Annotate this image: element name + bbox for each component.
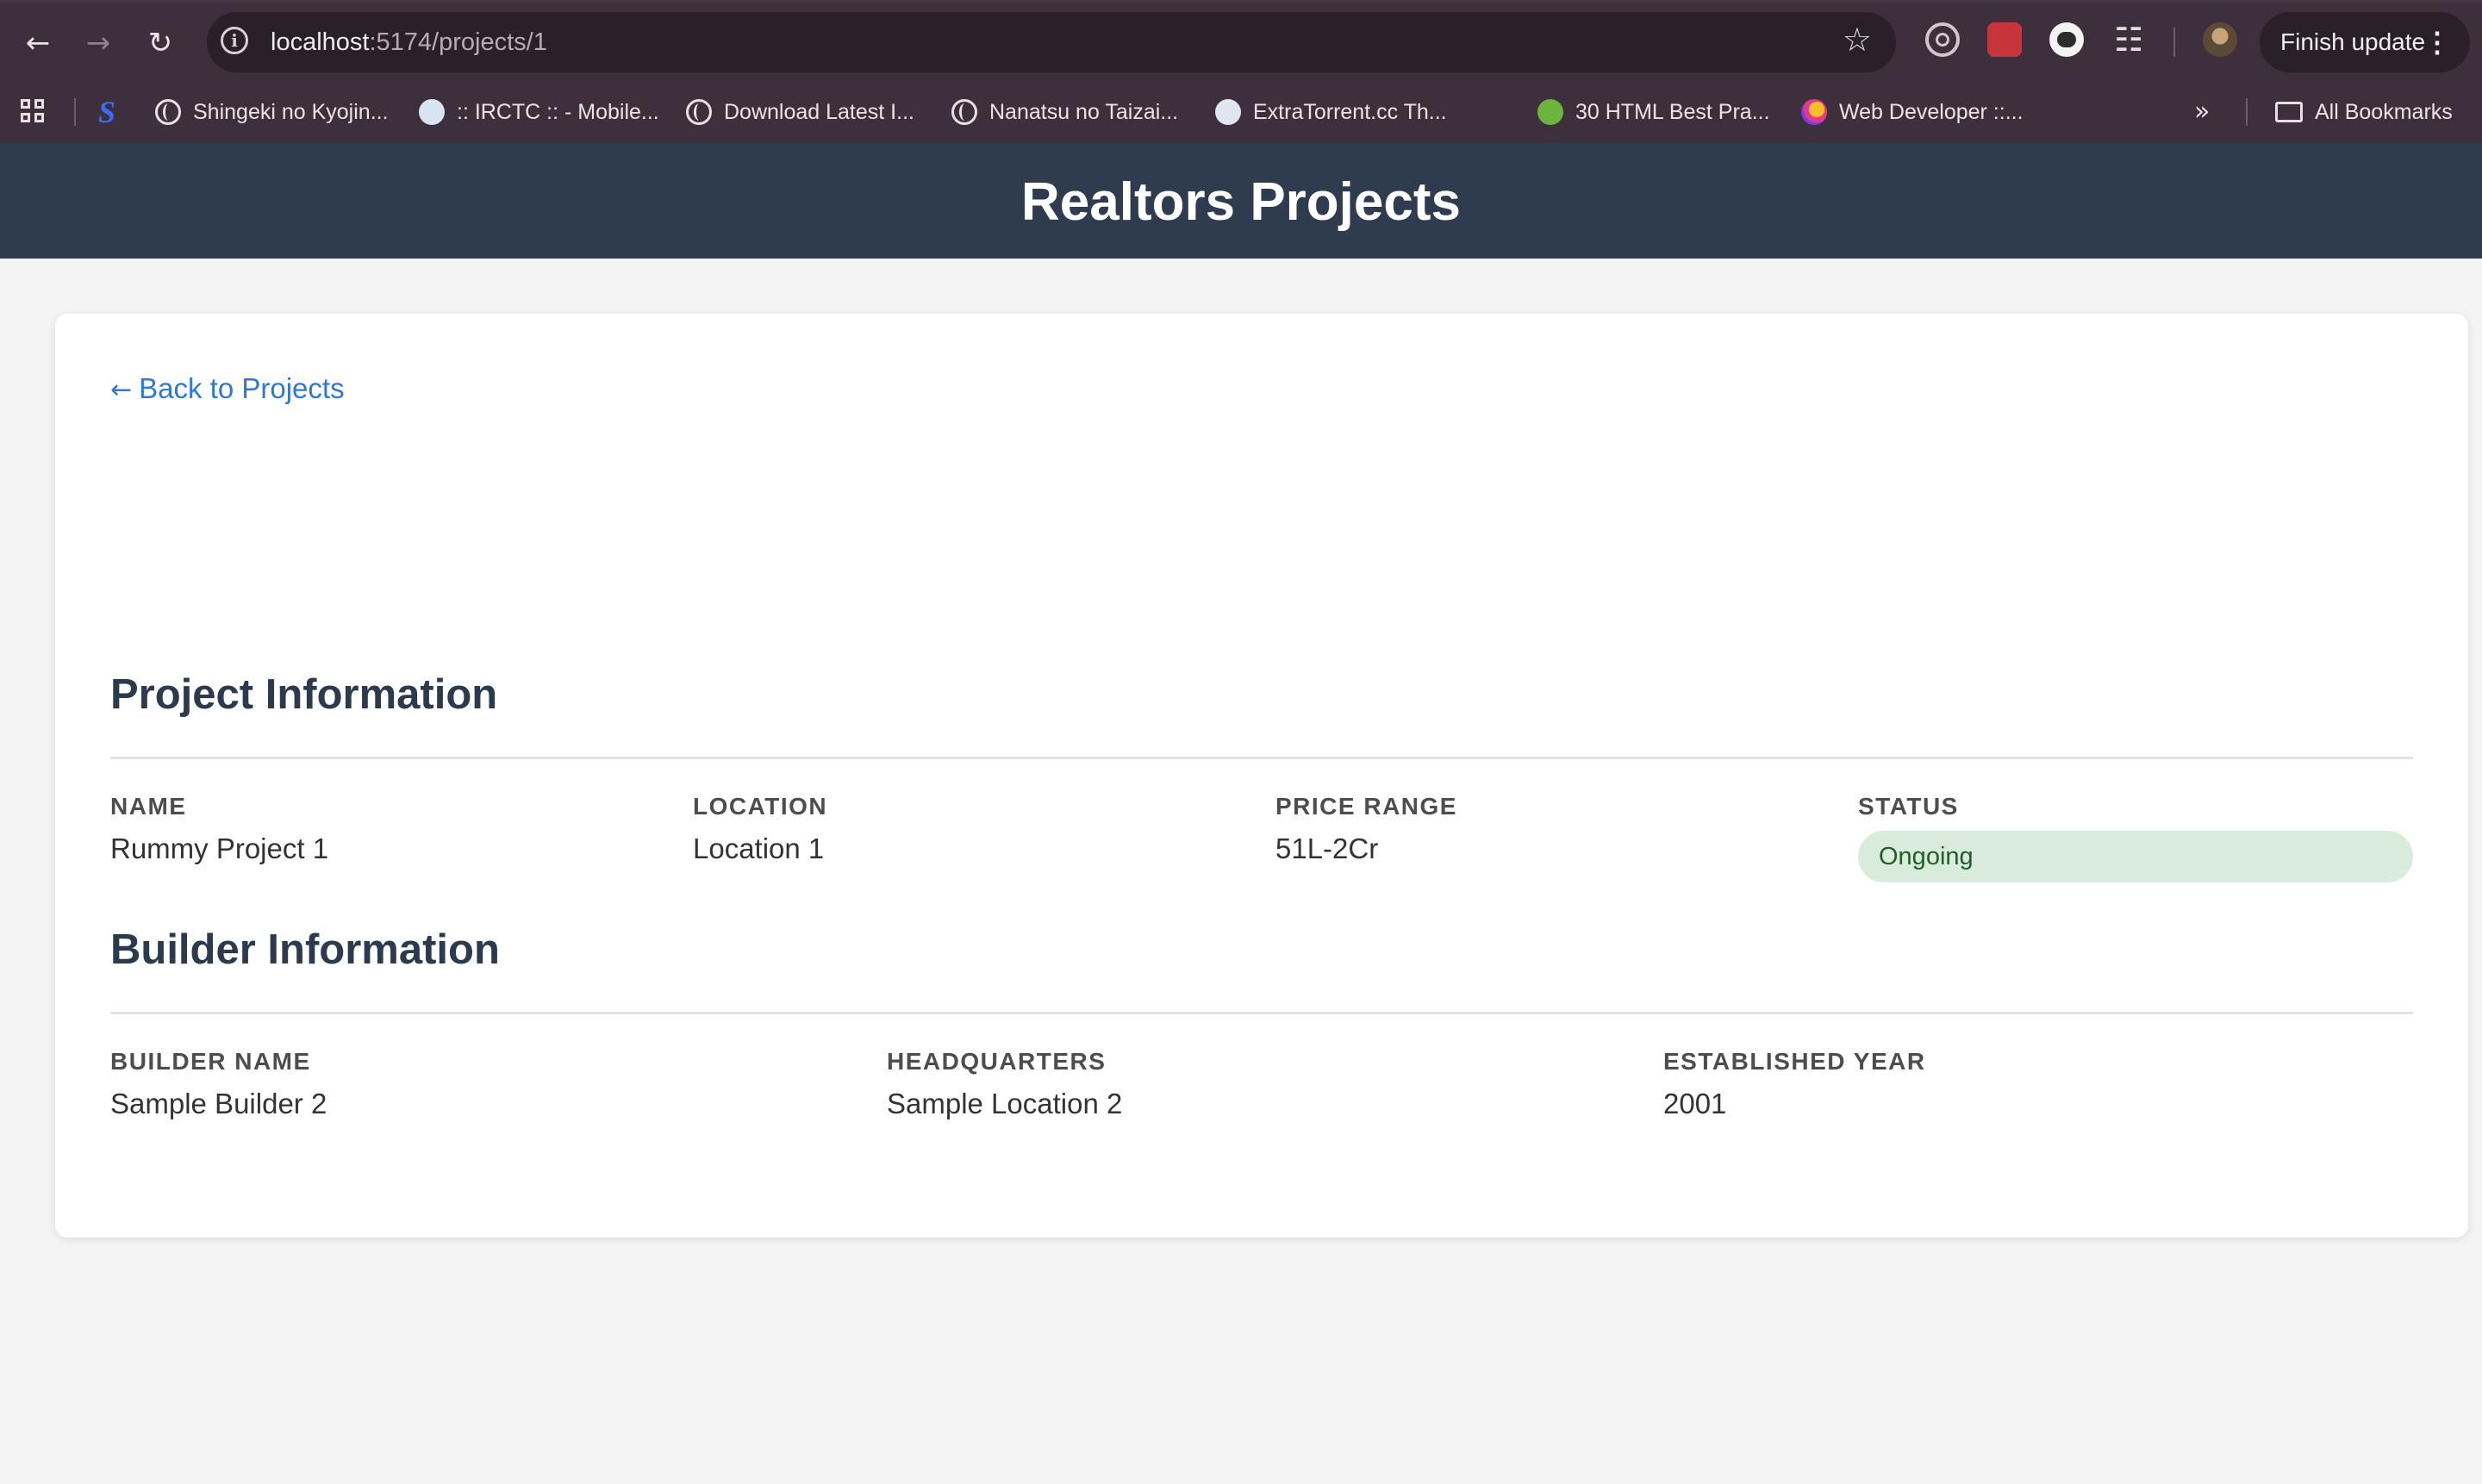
url-text[interactable]: localhost:5174/projects/1 [271, 12, 547, 72]
field-label: PRICE RANGE [1275, 793, 1457, 820]
field-label: NAME [110, 793, 187, 820]
address-bar[interactable]: i localhost:5174/projects/1 ☆ [207, 12, 1896, 72]
status-badge: Ongoing [1858, 831, 2413, 882]
extension-target-icon[interactable] [1925, 22, 1960, 57]
s-logo-icon: S [98, 95, 116, 129]
bookmark-label: ExtraTorrent.cc Th... [1253, 99, 1447, 124]
url-host: localhost [271, 28, 370, 56]
bookmark-item[interactable]: Shingeki no Kyojin... [155, 86, 389, 138]
bookmark-item[interactable]: ExtraTorrent.cc Th... [1215, 86, 1447, 138]
bookmark-s-icon[interactable]: S [98, 86, 115, 138]
leaf-icon [1537, 99, 1563, 125]
bookmark-star-icon[interactable]: ☆ [1843, 21, 1872, 59]
builder-established-year-field: ESTABLISHED YEAR 2001 [1663, 1048, 1926, 1120]
back-arrow-icon[interactable]: ← [14, 19, 62, 67]
builder-headquarters-field: HEADQUARTERS Sample Location 2 [887, 1048, 1122, 1120]
toolbar-divider [2173, 28, 2175, 57]
section-divider [110, 1012, 2413, 1014]
field-label: BUILDER NAME [110, 1048, 311, 1075]
grid-icon [21, 99, 47, 125]
irctc-icon [419, 99, 445, 125]
bookmarks-divider [2246, 98, 2248, 126]
finish-update-button[interactable]: Finish update ⋮ [2260, 12, 2470, 72]
bookmark-label: 30 HTML Best Pra... [1575, 99, 1770, 124]
project-status-field: STATUS [1858, 793, 1959, 820]
field-label: LOCATION [693, 793, 828, 820]
field-label: HEADQUARTERS [887, 1048, 1107, 1075]
all-bookmarks-button[interactable]: All Bookmarks [2275, 86, 2453, 138]
all-bookmarks-label: All Bookmarks [2315, 99, 2453, 124]
project-name-field: NAME Rummy Project 1 [110, 793, 328, 865]
bookmark-item[interactable]: Nanatsu no Taizai... [951, 86, 1178, 138]
chrome-top-strip [0, 0, 2482, 5]
field-label: ESTABLISHED YEAR [1663, 1048, 1926, 1075]
field-value: Rummy Project 1 [110, 832, 329, 864]
profile-avatar[interactable] [2203, 22, 2237, 57]
browser-chrome: ← → ↻ i localhost:5174/projects/1 ☆ ☷ Fi… [0, 0, 2482, 143]
extension-mask-icon[interactable] [2049, 22, 2084, 57]
project-information-heading: Project Information [110, 671, 498, 718]
section-divider [110, 757, 2413, 759]
bookmark-item[interactable]: Web Developer ::... [1801, 86, 2024, 138]
globe-icon [686, 99, 712, 125]
firefox-icon [1801, 99, 1827, 125]
builder-information-heading: Builder Information [110, 926, 500, 973]
more-bookmarks-chevron-icon[interactable]: » [2194, 86, 2210, 138]
bookmark-label: Download Latest I... [724, 99, 914, 124]
bookmark-item[interactable]: :: IRCTC :: - Mobile... [419, 86, 659, 138]
project-detail-card: ← Back to Projects Project Information NA… [55, 314, 2468, 1238]
finish-update-label: Finish update [2280, 28, 2426, 55]
back-to-projects-link[interactable]: ← Back to Projects [110, 372, 345, 405]
extension-red-icon[interactable] [1987, 22, 2022, 57]
apps-grid-icon[interactable] [21, 86, 59, 138]
bookmark-label: :: IRCTC :: - Mobile... [457, 99, 659, 124]
field-value: Sample Builder 2 [110, 1088, 327, 1119]
folder-icon [2275, 102, 2303, 122]
site-info-icon[interactable]: i [221, 27, 248, 54]
field-value: Location 1 [693, 832, 825, 864]
builder-name-field: BUILDER NAME Sample Builder 2 [110, 1048, 327, 1120]
bookmark-item[interactable]: Download Latest I... [686, 86, 914, 138]
bookmark-label: Shingeki no Kyojin... [193, 99, 389, 124]
menu-kebab-icon[interactable]: ⋮ [2423, 12, 2451, 72]
globe-icon [951, 99, 977, 125]
back-link-label: Back to Projects [139, 372, 345, 404]
extensions-puzzle-icon[interactable]: ☷ [2111, 22, 2146, 57]
url-path: :5174/projects/1 [369, 28, 547, 56]
field-label: STATUS [1858, 793, 1959, 820]
reload-icon[interactable]: ↻ [136, 19, 184, 67]
bookmarks-bar: S Shingeki no Kyojin... :: IRCTC :: - Mo… [0, 86, 2482, 138]
field-value: 51L-2Cr [1275, 832, 1379, 864]
extratorrent-icon [1215, 99, 1241, 125]
bookmark-item[interactable]: 30 HTML Best Pra... [1537, 86, 1770, 138]
bookmarks-divider [74, 98, 76, 126]
left-arrow-icon: ← [110, 375, 133, 405]
page-title: Realtors Projects [1021, 171, 1461, 232]
field-value: 2001 [1663, 1088, 1727, 1119]
bookmark-label: Web Developer ::... [1839, 99, 2024, 124]
globe-icon [155, 99, 181, 125]
project-price-range-field: PRICE RANGE 51L-2Cr [1275, 793, 1457, 865]
project-location-field: LOCATION Location 1 [693, 793, 827, 865]
forward-arrow-icon[interactable]: → [74, 19, 122, 67]
app-header: Realtors Projects [0, 143, 2482, 259]
bookmark-label: Nanatsu no Taizai... [989, 99, 1179, 124]
field-value: Sample Location 2 [887, 1088, 1123, 1119]
